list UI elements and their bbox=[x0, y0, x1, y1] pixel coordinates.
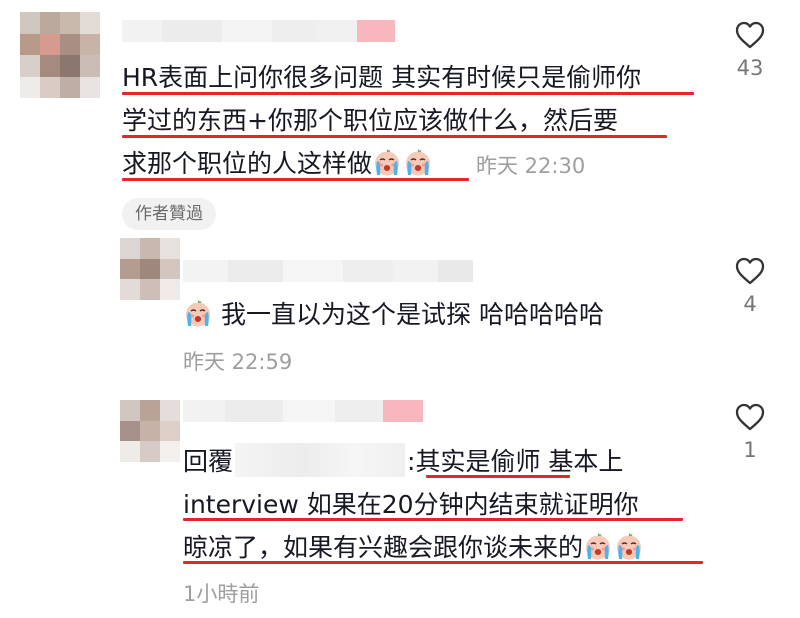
comment-time: 昨天 22:30 bbox=[476, 154, 586, 178]
like-count: 43 bbox=[736, 56, 764, 80]
avatar[interactable] bbox=[120, 238, 180, 300]
comment-line: 我一直以为这个是试探 哈哈哈哈哈 bbox=[183, 293, 604, 336]
highlight-underline bbox=[122, 178, 469, 181]
crying-face-emoji-icon bbox=[403, 147, 433, 177]
comment-time: 昨天 22:59 bbox=[183, 350, 293, 374]
reply-target-username-blurred[interactable] bbox=[235, 443, 406, 477]
crying-face-emoji-icon bbox=[183, 298, 213, 328]
comment-line-text: 晾凉了，如果有兴趣会跟你谈未来的 bbox=[183, 533, 584, 562]
heart-outline-icon[interactable] bbox=[734, 256, 766, 286]
comment-line-text: 求那个职位的人这样做 bbox=[122, 149, 373, 178]
crying-face-emoji-icon bbox=[614, 531, 644, 561]
heart-outline-icon[interactable] bbox=[734, 20, 766, 50]
highlight-underline bbox=[122, 92, 694, 95]
heart-outline-icon[interactable] bbox=[734, 402, 766, 432]
comment-time: 1小時前 bbox=[183, 582, 260, 606]
comment-line-text: 我一直以为这个是试探 哈哈哈哈哈 bbox=[221, 300, 604, 329]
like-button[interactable]: 1 bbox=[720, 402, 780, 462]
comment-line-text: 基本上 bbox=[540, 447, 624, 476]
crying-face-emoji-icon bbox=[583, 531, 613, 561]
avatar[interactable] bbox=[20, 12, 100, 98]
highlight-underline bbox=[183, 518, 683, 521]
highlight-underline bbox=[122, 135, 667, 138]
like-button[interactable]: 4 bbox=[720, 256, 780, 316]
username-blurred[interactable] bbox=[183, 260, 473, 282]
crying-face-emoji-icon bbox=[372, 147, 402, 177]
like-count: 1 bbox=[743, 438, 757, 462]
reply-prefix: 回覆 bbox=[183, 447, 234, 476]
highlight-underline bbox=[426, 475, 570, 478]
comment-line-text: 其实是偷师 bbox=[415, 447, 541, 476]
highlight-underline bbox=[183, 561, 703, 564]
like-button[interactable]: 43 bbox=[720, 20, 780, 80]
like-count: 4 bbox=[743, 292, 757, 316]
comment-line: 回覆:其实是偷师 基本上 bbox=[183, 440, 645, 483]
creator-liked-badge: 作者贊過 bbox=[122, 198, 216, 230]
username-blurred[interactable] bbox=[122, 20, 395, 42]
comment-text: 我一直以为这个是试探 哈哈哈哈哈 bbox=[183, 293, 604, 336]
username-blurred[interactable] bbox=[183, 400, 423, 422]
avatar[interactable] bbox=[120, 400, 180, 462]
comment-text: 回覆:其实是偷师 基本上 interview 如果在20分钟内结束就证明你 晾凉… bbox=[183, 440, 645, 569]
